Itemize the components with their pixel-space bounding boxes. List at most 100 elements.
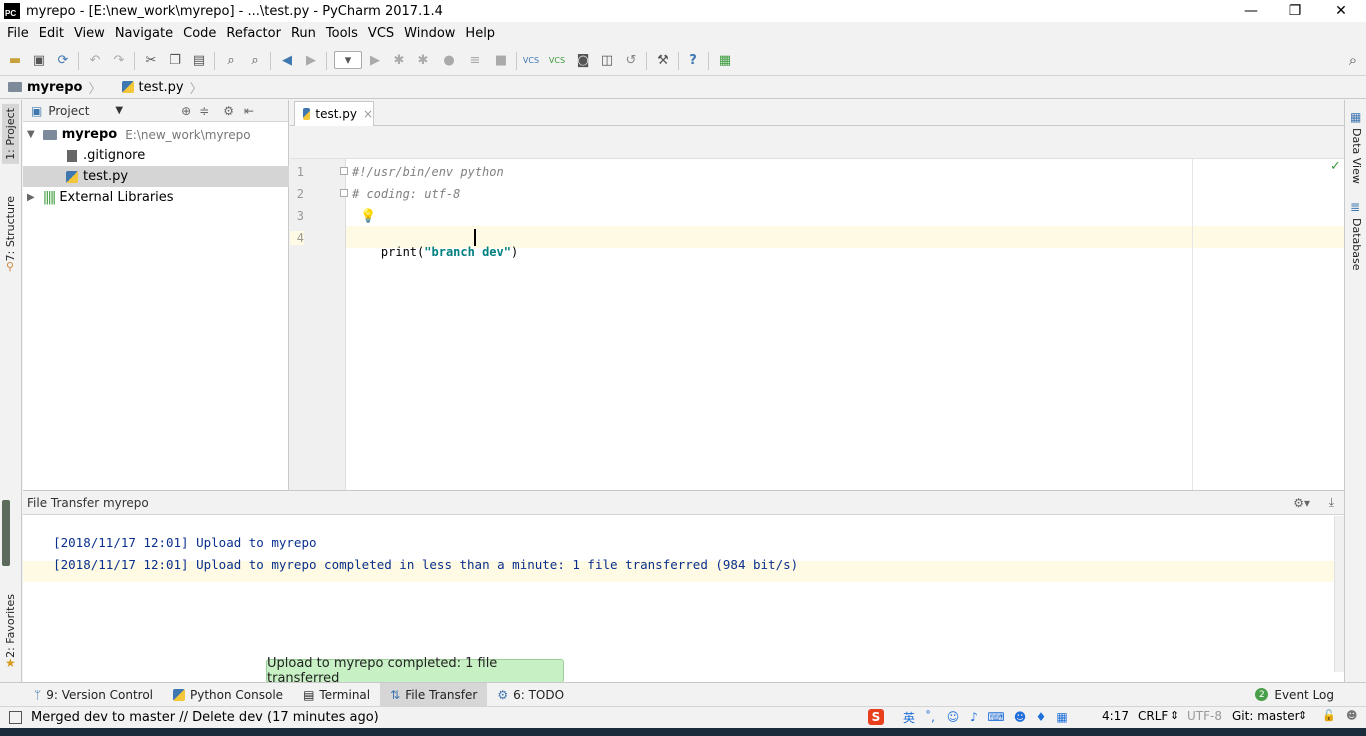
inspection-ok-icon[interactable]: ✓ bbox=[1330, 159, 1341, 174]
tool-todo[interactable]: ⚙ 6: TODO bbox=[487, 683, 574, 707]
line-separator[interactable]: CRLF bbox=[1138, 709, 1168, 723]
find-icon[interactable]: ⌕ bbox=[222, 51, 240, 69]
menu-view[interactable]: View bbox=[69, 26, 110, 41]
undo-icon[interactable]: ↶ bbox=[86, 51, 104, 69]
tab-data-view[interactable]: Data View bbox=[1348, 124, 1365, 188]
tool-file-transfer[interactable]: ⇅ File Transfer bbox=[380, 682, 488, 707]
log-scrollbar[interactable] bbox=[1334, 516, 1344, 672]
tool-python-console[interactable]: Python Console bbox=[163, 683, 293, 707]
tab-favorites[interactable]: 2: Favorites bbox=[2, 590, 19, 662]
menu-edit[interactable]: Edit bbox=[34, 26, 69, 41]
open-folder-icon[interactable]: ▬ bbox=[6, 51, 24, 69]
project-view-label[interactable]: Project bbox=[48, 104, 89, 118]
restore-button[interactable]: ❐ bbox=[1272, 0, 1318, 22]
save-all-icon[interactable]: ▣ bbox=[30, 51, 48, 69]
inspector-icon[interactable]: ☻ bbox=[1346, 709, 1357, 722]
file-encoding[interactable]: UTF-8 bbox=[1187, 709, 1222, 723]
menu-run[interactable]: Run bbox=[286, 26, 321, 41]
copy-icon[interactable]: ❐ bbox=[166, 51, 184, 69]
back-icon[interactable]: ◀ bbox=[278, 51, 296, 69]
toggle-tool-windows-icon[interactable] bbox=[9, 711, 22, 724]
log-line: [2018/11/17 12:01] Upload to myrepo comp… bbox=[23, 542, 798, 587]
run-icon[interactable]: ▶ bbox=[366, 51, 384, 69]
ime-keyboard-icon[interactable]: ⌨ bbox=[987, 709, 1004, 725]
ime-voice-icon[interactable]: ♪ bbox=[966, 709, 982, 725]
gear-icon[interactable]: ⚙▾ bbox=[1293, 496, 1310, 510]
gear-icon[interactable]: ⚙ bbox=[223, 104, 234, 118]
menu-tools[interactable]: Tools bbox=[321, 26, 363, 41]
hide-icon[interactable]: ⇤ bbox=[244, 104, 254, 118]
line-number: 4 bbox=[290, 231, 304, 245]
editor-tab-test-py[interactable]: test.py × bbox=[294, 101, 374, 126]
replace-icon[interactable]: ⌕ bbox=[246, 51, 264, 69]
project-panel: ▣ Project ▼ ⊕ ≑ ⚙ ⇤ ▼ myrepo E:\new_work… bbox=[23, 100, 289, 490]
vcs-history-icon[interactable]: ◫ bbox=[598, 51, 616, 69]
ime-user-icon[interactable]: ☻ bbox=[1012, 709, 1028, 725]
redo-icon[interactable]: ↷ bbox=[110, 51, 128, 69]
intention-bulb-icon[interactable]: 💡 bbox=[360, 209, 376, 224]
ime-toolbox-icon[interactable]: ▦ bbox=[1054, 709, 1070, 725]
fold-marker-icon[interactable] bbox=[340, 167, 348, 175]
chevron-down-icon[interactable]: ▼ bbox=[115, 105, 123, 116]
tree-collapsed-icon[interactable]: ▶ bbox=[27, 192, 35, 203]
paste-icon[interactable]: ▤ bbox=[190, 51, 208, 69]
search-everywhere-icon[interactable]: ⌕ bbox=[1344, 51, 1362, 69]
menu-code[interactable]: Code bbox=[178, 26, 221, 41]
notification-balloon[interactable]: Upload to myrepo completed: 1 file trans… bbox=[266, 656, 564, 686]
vcs-branch[interactable]: Git: master bbox=[1232, 709, 1300, 723]
tool-version-control[interactable]: ᛘ 9: Version Control bbox=[24, 683, 163, 707]
sidebar-handle[interactable] bbox=[2, 500, 10, 566]
menu-help[interactable]: Help bbox=[460, 26, 500, 41]
menu-navigate[interactable]: Navigate bbox=[110, 26, 178, 41]
vcs-revert-icon[interactable]: ↺ bbox=[622, 51, 640, 69]
synchronize-icon[interactable]: ⟳ bbox=[54, 51, 72, 69]
menu-refactor[interactable]: Refactor bbox=[221, 26, 286, 41]
tree-root-myrepo[interactable]: ▼ myrepo E:\new_work\myrepo bbox=[23, 124, 289, 145]
cut-icon[interactable]: ✂ bbox=[142, 51, 160, 69]
run-config-dropdown[interactable]: ▾ bbox=[334, 51, 362, 69]
stop-icon[interactable]: ■ bbox=[492, 51, 510, 69]
tree-expanded-icon[interactable]: ▼ bbox=[27, 129, 35, 140]
code-editor[interactable]: 1 2 3 4 #!/usr/bin/env python # coding: … bbox=[290, 158, 1344, 491]
lock-icon[interactable]: 🔓 bbox=[1322, 709, 1336, 722]
tab-project[interactable]: 1: Project bbox=[2, 104, 19, 164]
tab-database[interactable]: Database bbox=[1348, 214, 1365, 275]
chevron-updown-icon: ⇕ bbox=[1170, 709, 1180, 722]
menu-vcs[interactable]: VCS bbox=[363, 26, 399, 41]
tool-event-log[interactable]: 2 Event Log bbox=[1245, 683, 1344, 707]
ime-skin-icon[interactable]: ♦ bbox=[1033, 709, 1049, 725]
menu-file[interactable]: File bbox=[2, 26, 34, 41]
tree-item-gitignore[interactable]: .gitignore bbox=[23, 145, 289, 166]
hide-panel-icon[interactable]: ⤓ bbox=[1329, 495, 1334, 510]
ime-punct-icon[interactable]: ˚, bbox=[922, 709, 938, 725]
close-button[interactable]: ✕ bbox=[1318, 0, 1364, 22]
tree-external-libraries[interactable]: ▶ |||‖ External Libraries bbox=[23, 187, 289, 208]
star-icon: ★ bbox=[5, 656, 16, 670]
ime-logo-icon[interactable]: S bbox=[868, 709, 884, 725]
breadcrumb-file[interactable]: test.py 〉 bbox=[114, 76, 215, 99]
fold-marker-icon[interactable] bbox=[340, 189, 348, 197]
help-icon[interactable]: ? bbox=[684, 51, 702, 69]
python-console-icon[interactable]: ▦ bbox=[716, 51, 734, 69]
menu-window[interactable]: Window bbox=[399, 26, 460, 41]
ime-emoji-icon[interactable]: ☺ bbox=[945, 709, 961, 725]
vcs-update-icon[interactable]: VCS bbox=[522, 51, 540, 69]
forward-icon[interactable]: ▶ bbox=[302, 51, 320, 69]
tab-structure[interactable]: 7: Structure bbox=[2, 192, 19, 265]
ime-lang-icon[interactable]: 英 bbox=[901, 709, 917, 725]
profile-icon[interactable]: ● bbox=[440, 51, 458, 69]
scroll-from-source-icon[interactable]: ⊕ bbox=[181, 104, 191, 118]
coverage-icon[interactable]: ✱ bbox=[414, 51, 432, 69]
tool-terminal[interactable]: ▤ Terminal bbox=[293, 683, 380, 707]
concurrency-icon[interactable]: ≡ bbox=[466, 51, 484, 69]
collapse-all-icon[interactable]: ≑ bbox=[199, 104, 209, 118]
breadcrumb-project[interactable]: myrepo 〉 bbox=[0, 76, 114, 99]
vcs-commit-icon[interactable]: VCS bbox=[548, 51, 566, 69]
tree-item-test-py[interactable]: test.py bbox=[23, 166, 289, 187]
settings-wrench-icon[interactable]: ⚒ bbox=[654, 51, 672, 69]
minimize-button[interactable]: — bbox=[1228, 0, 1274, 22]
vcs-compare-icon[interactable]: ◙ bbox=[574, 51, 592, 69]
debug-icon[interactable]: ✱ bbox=[390, 51, 408, 69]
close-tab-icon[interactable]: × bbox=[363, 107, 373, 121]
caret-position[interactable]: 4:17 bbox=[1102, 709, 1129, 723]
